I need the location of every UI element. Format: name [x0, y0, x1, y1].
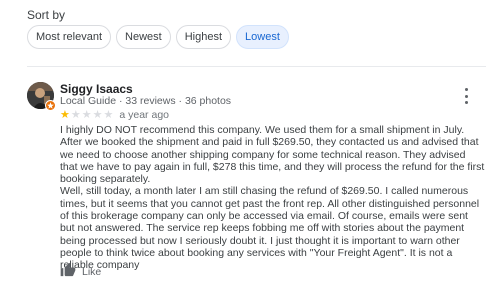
star-empty-icon: ★ — [70, 109, 81, 121]
review-text: I highly DO NOT recommend this company. … — [60, 124, 485, 272]
sort-chip-highest[interactable]: Highest — [175, 25, 232, 49]
like-button[interactable]: Like — [60, 262, 101, 282]
review-paragraph: I highly DO NOT recommend this company. … — [60, 124, 485, 186]
sort-chips: Most relevant Newest Highest Lowest — [27, 25, 289, 49]
sort-chip-lowest[interactable]: Lowest — [236, 25, 289, 49]
reviewer-level: Local Guide — [60, 95, 117, 107]
meta-separator: · — [175, 95, 185, 107]
star-empty-icon: ★ — [81, 109, 92, 121]
rating-row: ★ ★ ★ ★ ★ a year ago — [60, 109, 169, 121]
reviewer-meta: Local Guide · 33 reviews · 36 photos — [60, 95, 231, 107]
local-guide-badge-icon — [45, 100, 56, 111]
star-empty-icon: ★ — [103, 109, 114, 121]
reviewer-reviews-count: 33 reviews — [125, 95, 176, 107]
divider — [27, 66, 486, 67]
reviewer-photos-count: 36 photos — [184, 95, 232, 107]
thumb-up-icon — [60, 262, 76, 282]
meta-separator: · — [116, 95, 126, 107]
review-paragraph: Well, still today, a month later I am st… — [60, 185, 480, 272]
rating-stars: ★ ★ ★ ★ ★ — [60, 109, 113, 121]
sort-label: Sort by — [27, 8, 66, 22]
like-label: Like — [82, 266, 102, 278]
sort-chip-newest[interactable]: Newest — [116, 25, 171, 49]
review-time: a year ago — [119, 109, 169, 121]
reviewer-name[interactable]: Siggy Isaacs — [60, 82, 133, 96]
star-empty-icon: ★ — [92, 109, 103, 121]
star-filled-icon: ★ — [60, 109, 70, 121]
more-vert-icon[interactable] — [460, 88, 472, 104]
sort-chip-most-relevant[interactable]: Most relevant — [27, 25, 112, 49]
